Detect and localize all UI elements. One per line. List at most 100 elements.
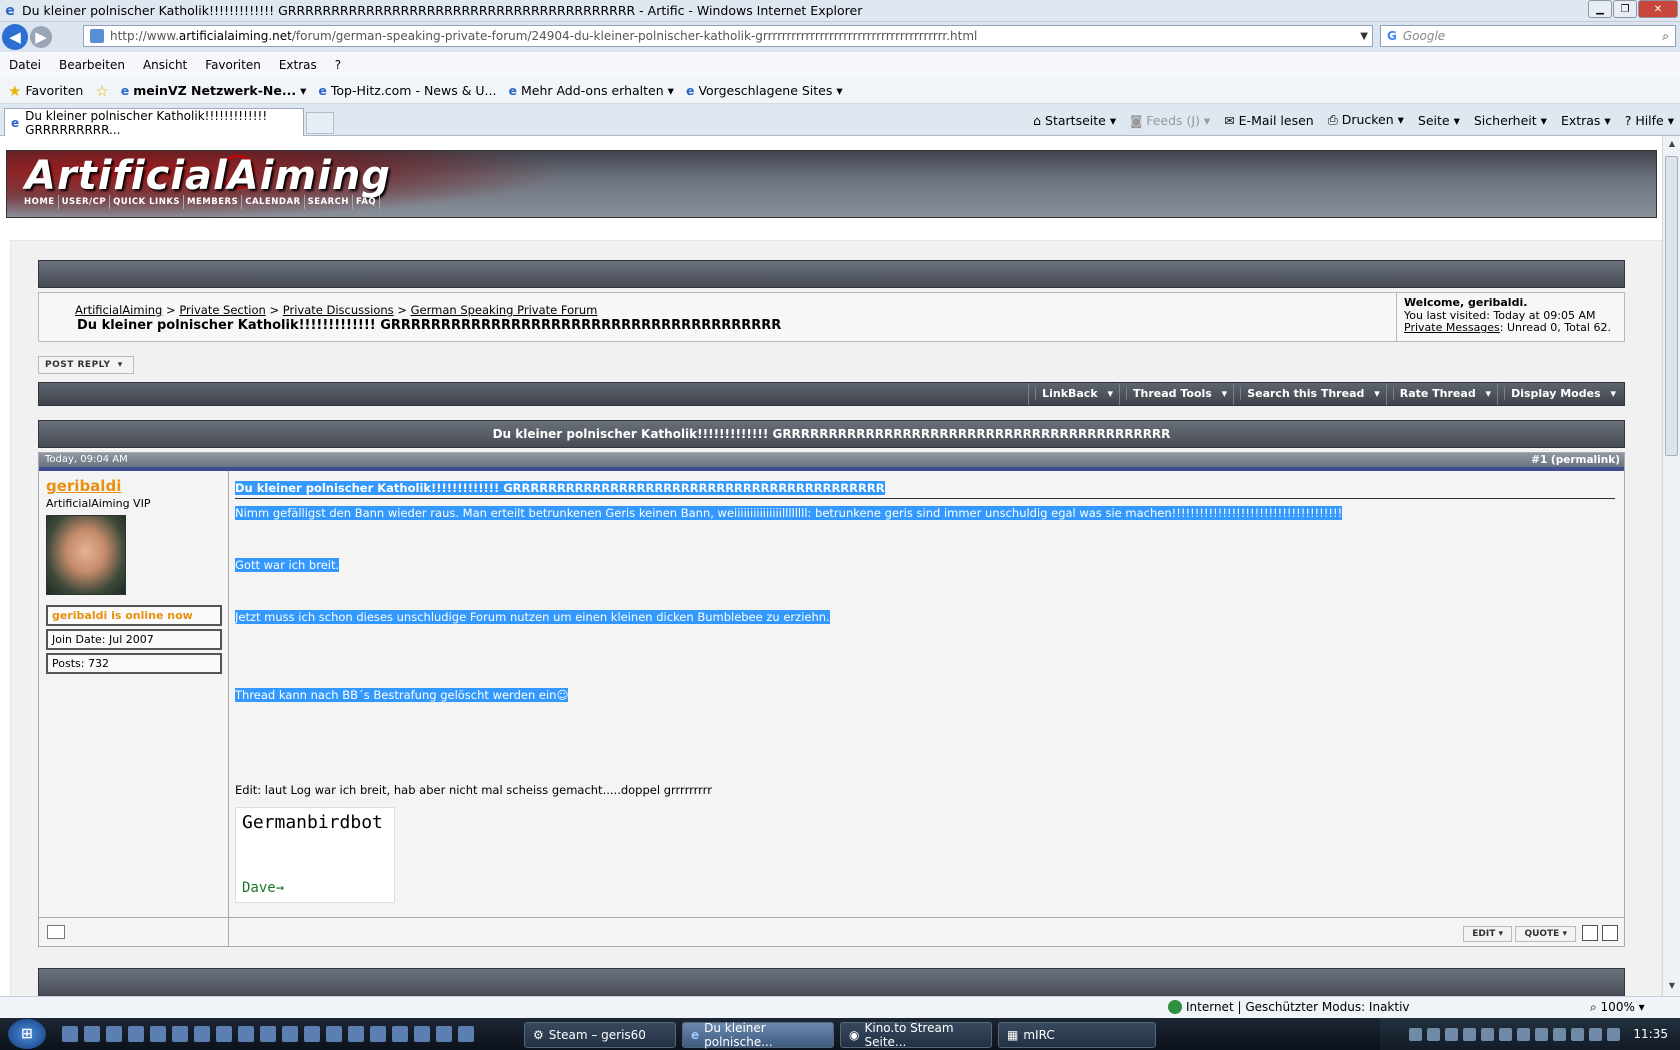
tray-icon[interactable] <box>1607 1027 1621 1041</box>
quicklaunch-icon[interactable] <box>172 1026 188 1042</box>
quicklaunch-icon[interactable] <box>458 1026 474 1042</box>
tray-icon[interactable] <box>1535 1027 1549 1041</box>
home-button[interactable]: ⌂ Startseite ▾ <box>1033 113 1116 128</box>
display-modes-menu[interactable]: Display Modes ▾ <box>1497 383 1622 405</box>
thread-tools-menu[interactable]: Thread Tools ▾ <box>1119 383 1233 405</box>
tray-icon[interactable] <box>1445 1027 1459 1041</box>
minimize-button[interactable]: ▁ <box>1588 0 1612 18</box>
fav-item-suggested[interactable]: e Vorgeschlagene Sites ▾ <box>686 83 843 98</box>
tray-icon[interactable] <box>1463 1027 1477 1041</box>
crumb-private-section[interactable]: Private Section <box>179 303 265 317</box>
zoom-control[interactable]: ⌕ 100% ▾ <box>1590 1000 1645 1015</box>
edit-button[interactable]: EDIT ▾ <box>1463 926 1512 942</box>
site-logo[interactable]: ArtificialAiming <box>25 153 391 199</box>
tray-icon[interactable] <box>1481 1027 1495 1041</box>
quicklaunch-icon[interactable] <box>348 1026 364 1042</box>
help-menu[interactable]: ? Hilfe ▾ <box>1625 113 1674 128</box>
address-dropdown-icon[interactable]: ▼ <box>1360 31 1368 42</box>
mail-button[interactable]: ✉ E-Mail lesen <box>1224 113 1314 128</box>
menu-file[interactable]: Datei <box>0 58 50 72</box>
address-bar[interactable]: http://www. artificialaiming.net/forum/ge… <box>83 25 1373 47</box>
linkback-menu[interactable]: LinkBack ▾ <box>1028 383 1119 405</box>
scroll-up-icon[interactable]: ▲ <box>1666 139 1678 151</box>
new-tab-button[interactable] <box>306 112 334 134</box>
scroll-down-icon[interactable]: ▼ <box>1666 981 1678 993</box>
post-reply-button[interactable]: POST REPLY ▾ <box>38 356 134 374</box>
close-window-button[interactable]: ✕ <box>1638 0 1678 18</box>
search-thread-menu[interactable]: Search this Thread ▾ <box>1233 383 1386 405</box>
tab-active[interactable]: e Du kleiner polnischer Katholik!!!!!!!!… <box>4 108 304 137</box>
nav-home[interactable]: HOME <box>21 195 59 209</box>
tools-menu[interactable]: Extras ▾ <box>1561 113 1611 128</box>
rate-thread-menu[interactable]: Rate Thread ▾ <box>1385 383 1497 405</box>
quicklaunch-icon[interactable] <box>62 1026 78 1042</box>
menu-favorites[interactable]: Favoriten <box>196 58 270 72</box>
report-icon[interactable] <box>47 925 65 939</box>
forward-button[interactable]: ▶ <box>30 26 52 48</box>
clock[interactable]: 11:35 <box>1633 1027 1668 1041</box>
nav-search[interactable]: SEARCH <box>305 195 353 209</box>
quicklaunch-icon[interactable] <box>194 1026 210 1042</box>
quicklaunch-icon[interactable] <box>238 1026 254 1042</box>
tray-icon[interactable] <box>1553 1027 1567 1041</box>
quicklaunch-icon[interactable] <box>370 1026 386 1042</box>
fav-item-meinvz[interactable]: e meinVZ Netzwerk-Ne... ▾ <box>121 83 307 98</box>
quicklaunch-icon[interactable] <box>128 1026 144 1042</box>
safety-menu[interactable]: Sicherheit ▾ <box>1474 113 1547 128</box>
quicklaunch-icon[interactable] <box>216 1026 232 1042</box>
start-button[interactable]: ⊞ <box>8 1019 46 1049</box>
tray-icon[interactable] <box>1409 1027 1423 1041</box>
quicklaunch-icon[interactable] <box>392 1026 408 1042</box>
quicklaunch-icon[interactable] <box>436 1026 452 1042</box>
nav-calendar[interactable]: CALENDAR <box>242 195 305 209</box>
nav-members[interactable]: MEMBERS <box>184 195 243 209</box>
quicklaunch-icon[interactable] <box>260 1026 276 1042</box>
menu-edit[interactable]: Bearbeiten <box>50 58 134 72</box>
quicklaunch-icon[interactable] <box>326 1026 342 1042</box>
quicklaunch-icon[interactable] <box>150 1026 166 1042</box>
quicklaunch-icon[interactable] <box>84 1026 100 1042</box>
crumb-private-discussions[interactable]: Private Discussions <box>283 303 394 317</box>
security-zone[interactable]: Internet | Geschützter Modus: Inaktiv <box>1168 1000 1410 1014</box>
page-menu[interactable]: Seite ▾ <box>1418 113 1460 128</box>
nav-quicklinks[interactable]: QUICK LINKS <box>110 195 185 209</box>
nav-faq[interactable]: FAQ <box>353 195 381 209</box>
scroll-thumb[interactable] <box>1665 156 1678 456</box>
crumb-home[interactable]: ArtificialAiming <box>75 303 162 317</box>
quicklaunch-icon[interactable] <box>106 1026 122 1042</box>
vertical-scrollbar[interactable]: ▲ ▼ <box>1662 136 1680 996</box>
menu-tools[interactable]: Extras <box>270 58 326 72</box>
menu-view[interactable]: Ansicht <box>134 58 196 72</box>
username-link[interactable]: geribaldi <box>46 477 121 495</box>
taskbar-item-mirc[interactable]: ▦ mIRC <box>998 1022 1156 1048</box>
fav-item-addons[interactable]: e Mehr Add-ons erhalten ▾ <box>508 83 673 98</box>
menu-help[interactable]: ? <box>326 58 350 72</box>
quicklaunch-icon[interactable] <box>414 1026 430 1042</box>
crumb-german-forum[interactable]: German Speaking Private Forum <box>411 303 598 317</box>
back-button[interactable]: ◀ <box>2 24 28 50</box>
favorites-button[interactable]: ★ Favoriten <box>8 82 83 100</box>
tray-icon[interactable] <box>1571 1027 1585 1041</box>
add-favorite-button[interactable]: ☆ <box>95 82 108 100</box>
private-messages-link[interactable]: Private Messages <box>1404 321 1500 334</box>
quick-reply-icon[interactable] <box>1602 925 1618 941</box>
search-box[interactable]: G Google ⌕ <box>1380 25 1676 47</box>
taskbar-item-ie[interactable]: e Du kleiner polnische... <box>682 1021 834 1049</box>
maximize-button[interactable]: ❐ <box>1613 0 1637 18</box>
quote-button[interactable]: QUOTE ▾ <box>1515 926 1576 942</box>
fav-item-tophitz[interactable]: e Top-Hitz.com - News & U... <box>318 83 496 98</box>
nav-usercp[interactable]: USER/CP <box>59 195 111 209</box>
taskbar-item-steam[interactable]: ⚙ Steam – geris60 <box>524 1022 676 1048</box>
quicklaunch-icon[interactable] <box>304 1026 320 1042</box>
tray-icon[interactable] <box>1589 1027 1603 1041</box>
quicklaunch-icon[interactable] <box>282 1026 298 1042</box>
print-button[interactable]: ⎙ Drucken ▾ <box>1328 112 1404 128</box>
post-permalink[interactable]: #1 (permalink) <box>1531 454 1620 466</box>
tray-icon[interactable] <box>1499 1027 1513 1041</box>
tray-icon[interactable] <box>1427 1027 1441 1041</box>
taskbar-item-firefox[interactable]: ◉ Kino.to Stream Seite... <box>840 1021 992 1049</box>
search-icon[interactable]: ⌕ <box>1662 29 1669 44</box>
tray-icon[interactable] <box>1517 1027 1531 1041</box>
multiquote-icon[interactable] <box>1582 925 1598 941</box>
feeds-button[interactable]: ◙ Feeds (J) ▾ <box>1130 113 1210 128</box>
